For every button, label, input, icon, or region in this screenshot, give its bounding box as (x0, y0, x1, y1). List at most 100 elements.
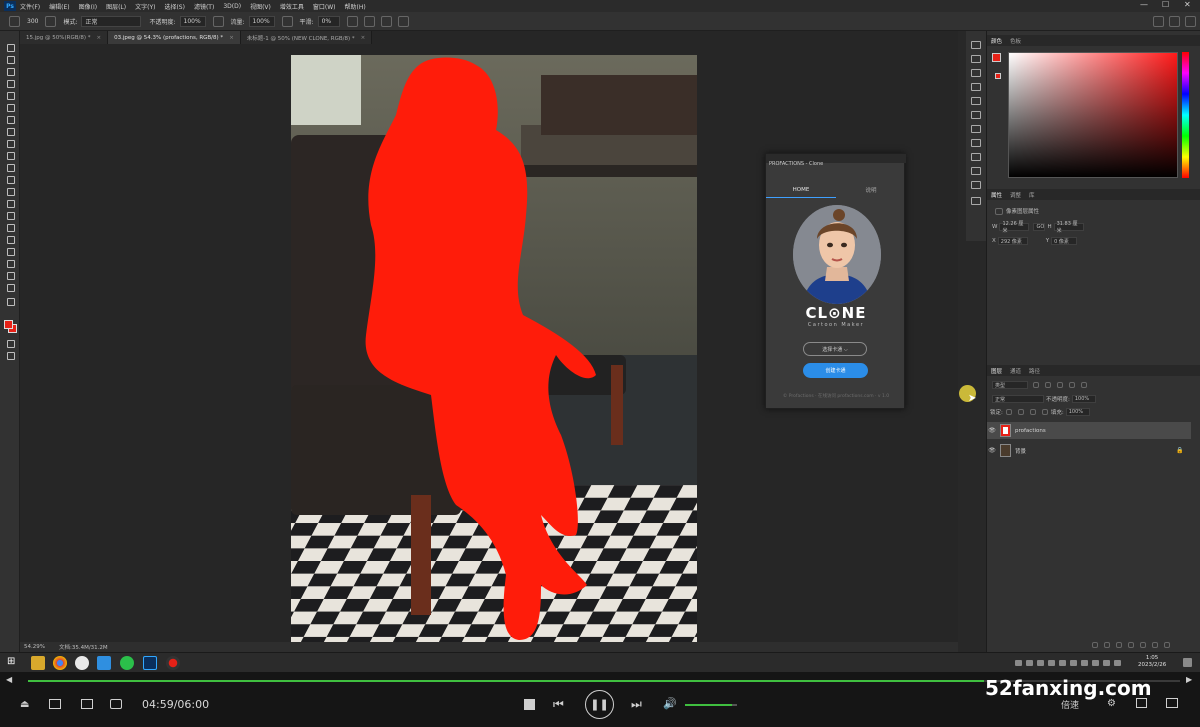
quick-mask-icon[interactable] (5, 339, 15, 348)
menu-type[interactable]: 文字(Y) (135, 2, 155, 11)
volume-icon[interactable] (1103, 660, 1110, 666)
history-icon[interactable] (971, 41, 981, 49)
frame-tool-icon[interactable] (5, 103, 15, 112)
tab-home[interactable]: HOME (766, 182, 836, 198)
blend-mode-select[interactable]: 正常 (992, 395, 1044, 403)
more-tools-icon[interactable] (5, 297, 15, 306)
eject-icon[interactable]: ⏏ (20, 699, 29, 710)
brush-tool-icon[interactable] (9, 15, 20, 27)
previous-icon[interactable]: ⏮ (553, 697, 564, 712)
brush-size[interactable]: 300 (27, 18, 38, 25)
adjustments-icon[interactable] (971, 97, 981, 105)
menu-select[interactable]: 选择(S) (164, 2, 185, 11)
next-arrow-icon[interactable]: ▶ (1186, 675, 1192, 684)
zoom-tool-icon[interactable] (5, 283, 15, 292)
maximize-button[interactable]: ☐ (1162, 0, 1169, 9)
opacity-field[interactable]: 100% (179, 15, 206, 27)
select-cartoon-dropdown[interactable]: 选择卡通 ⌵ (803, 342, 867, 356)
menu-edit[interactable]: 编辑(E) (49, 2, 69, 11)
menu-file[interactable]: 文件(F) (20, 2, 40, 11)
tray-icon[interactable] (1048, 660, 1055, 666)
tab-swatches[interactable]: 色板 (1006, 37, 1025, 45)
record-icon[interactable] (166, 656, 180, 670)
quick-select-tool-icon[interactable] (5, 79, 15, 88)
tab-adjustments[interactable]: 调整 (1006, 191, 1025, 199)
tab-properties[interactable]: 属性 (987, 191, 1006, 199)
app-icon[interactable] (75, 656, 89, 670)
search-icon[interactable] (1153, 16, 1164, 27)
eyedropper-tool-icon[interactable] (5, 115, 15, 124)
tab-paths[interactable]: 路径 (1025, 367, 1044, 375)
menu-3d[interactable]: 3D(D) (223, 3, 241, 10)
playlist-icon[interactable] (1136, 698, 1147, 708)
filter-type-icon[interactable] (1057, 382, 1063, 388)
layer-style-icon[interactable] (1104, 642, 1110, 648)
document-canvas[interactable] (291, 55, 697, 642)
subtitle-icon[interactable] (110, 699, 122, 709)
foreground-color-swatch[interactable] (4, 320, 13, 329)
pip-icon[interactable] (81, 699, 93, 709)
lock-pixels-icon[interactable] (1005, 409, 1012, 415)
tray-icon[interactable] (1070, 660, 1077, 666)
x-field[interactable]: 292 像素 (997, 237, 1028, 245)
zoom-level[interactable]: 54.29% (24, 644, 45, 650)
color-foreground-swatch[interactable] (992, 53, 1001, 62)
tab-document-1[interactable]: 15.jpg @ 50%(RGB/8) * × (20, 31, 109, 44)
eye-icon[interactable]: 👁 (987, 447, 997, 454)
close-tab-icon[interactable]: × (229, 35, 234, 41)
color-background-swatch[interactable] (995, 73, 1001, 79)
delete-layer-icon[interactable] (1164, 642, 1170, 648)
new-layer-icon[interactable] (1152, 642, 1158, 648)
share-icon[interactable] (1185, 16, 1196, 27)
speed-button[interactable]: 倍速 (1061, 698, 1079, 711)
menu-filter[interactable]: 滤镜(T) (194, 2, 214, 11)
clone-plugin-icon[interactable] (971, 153, 981, 161)
smooth-field[interactable]: 0% (317, 15, 340, 27)
pressure-opacity-icon[interactable] (212, 15, 224, 27)
plugin-icon[interactable] (971, 181, 981, 189)
info-icon[interactable] (971, 197, 981, 205)
airbrush-icon[interactable] (281, 15, 293, 27)
paths-icon[interactable] (971, 83, 981, 91)
taskbar-clock[interactable]: 1:05 2023/2/26 (1138, 655, 1166, 669)
height-field[interactable]: 31.83 厘米 (1053, 221, 1084, 234)
history-brush-tool-icon[interactable] (5, 163, 15, 172)
tray-icon[interactable] (1037, 660, 1044, 666)
lock-all-icon[interactable] (1041, 409, 1048, 415)
healing-tool-icon[interactable] (5, 127, 15, 136)
gradient-tool-icon[interactable] (5, 187, 15, 196)
adjustment-layer-icon[interactable] (1128, 642, 1134, 648)
dodge-tool-icon[interactable] (5, 211, 15, 220)
layer-kind-filter[interactable]: 类型 (992, 381, 1028, 389)
filter-adjust-icon[interactable] (1045, 382, 1051, 388)
fill-field[interactable]: 100% (1065, 408, 1090, 416)
glyphs-icon[interactable] (971, 139, 981, 147)
stamp-tool-icon[interactable] (5, 151, 15, 160)
pressure-size-icon[interactable] (380, 15, 392, 27)
create-cartoon-button[interactable]: 创建卡通 (803, 363, 868, 378)
link-dimensions-button[interactable]: GO (1033, 223, 1046, 231)
brush-tool-icon[interactable] (5, 139, 15, 148)
chrome-icon[interactable] (53, 656, 67, 670)
add-mask-icon[interactable] (1116, 642, 1122, 648)
new-group-icon[interactable] (1140, 642, 1146, 648)
menu-window[interactable]: 窗口(W) (313, 2, 336, 11)
tab-document-2[interactable]: 03.jpeg @ 54.3% (profactions, RGB/8) * × (108, 31, 241, 44)
lasso-tool-icon[interactable] (5, 67, 15, 76)
minimize-button[interactable]: — (1140, 0, 1148, 9)
close-tab-icon[interactable]: × (96, 35, 101, 41)
prev-arrow-icon[interactable]: ◀ (6, 675, 12, 684)
lock-artboard-icon[interactable] (1029, 409, 1036, 415)
eye-icon[interactable]: 👁 (987, 427, 997, 434)
eraser-tool-icon[interactable] (5, 175, 15, 184)
layer-opacity-field[interactable]: 100% (1071, 395, 1096, 403)
tray-icon[interactable] (1092, 660, 1099, 666)
tray-icon[interactable] (1015, 660, 1022, 666)
blur-tool-icon[interactable] (5, 199, 15, 208)
app-icon-2[interactable] (97, 656, 111, 670)
workspace-icon[interactable] (1169, 16, 1180, 27)
width-field[interactable]: 12.26 厘米 (999, 221, 1030, 234)
menu-layer[interactable]: 图层(L) (106, 2, 126, 11)
close-button[interactable]: ✕ (1184, 0, 1191, 9)
symmetry-icon[interactable] (397, 15, 409, 27)
